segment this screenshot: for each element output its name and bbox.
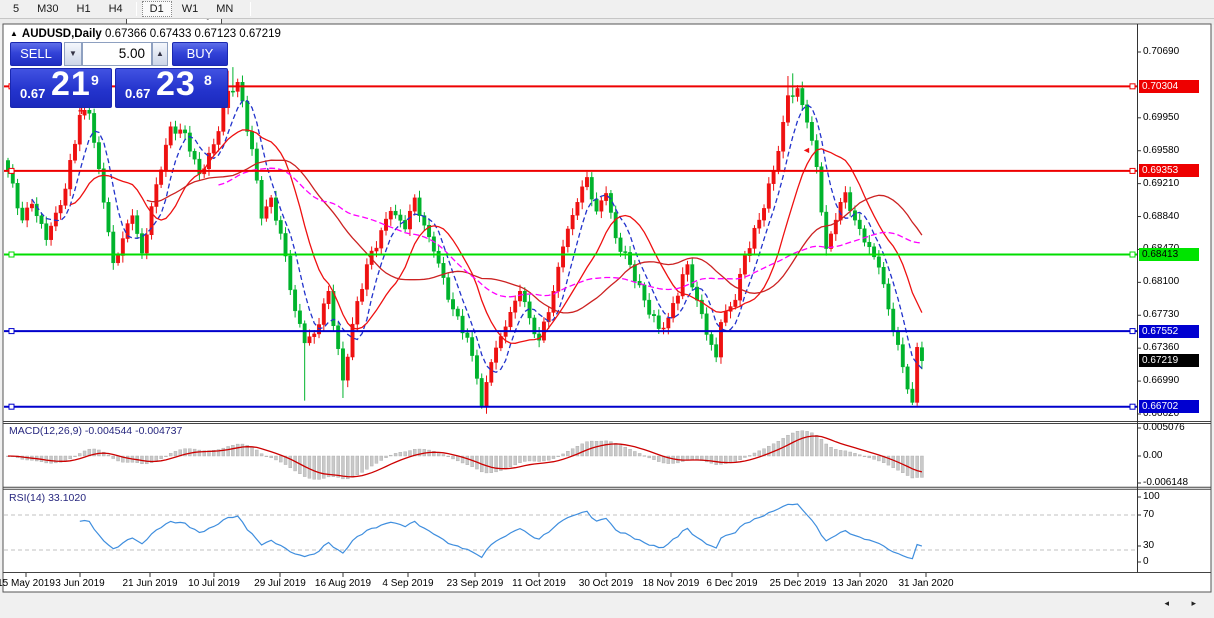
date-label: 10 Jul 2019 <box>188 578 240 589</box>
rsi-tick-70: 70 <box>1143 509 1155 520</box>
sell-button[interactable]: SELL <box>10 42 62 66</box>
date-label: 23 Sep 2019 <box>446 578 504 589</box>
chart-object-marker[interactable]: ◄ <box>802 145 811 155</box>
price-tick-0.69950: 0.69950 <box>1143 111 1180 123</box>
price-tick-0.69210: 0.69210 <box>1143 177 1180 189</box>
timeframe-button-h1[interactable]: H1 <box>69 1 99 17</box>
date-label: 3 Jun 2019 <box>55 578 105 589</box>
rsi-tick-0: 0 <box>1143 556 1149 567</box>
price-tick-0.67730: 0.67730 <box>1143 309 1180 321</box>
tab-scroll-arrows[interactable]: ◂ ▸ <box>1164 598 1206 609</box>
sell-price-pip: 9 <box>91 72 99 88</box>
price-badge-0.67552: 0.67552 <box>1139 324 1199 338</box>
macd-tick-0.005076: 0.005076 <box>1143 422 1185 433</box>
date-label: 11 Oct 2019 <box>512 578 566 589</box>
timeframe-button-mn[interactable]: MN <box>208 1 241 17</box>
price-tick-0.70690: 0.70690 <box>1143 46 1180 57</box>
rsi-indicator-label: RSI(14) 33.1020 <box>9 492 87 504</box>
one-click-trade-panel: SELL ▼ 5.00 ▲ BUY 0.67 21 9 0.67 23 8 <box>8 41 229 109</box>
price-badge-0.70304: 0.70304 <box>1139 79 1199 93</box>
timeframe-button-h4[interactable]: H4 <box>101 1 131 17</box>
macd-tick-0.00: 0.00 <box>1143 450 1163 461</box>
date-label: 4 Sep 2019 <box>382 578 434 589</box>
timeframe-button-5[interactable]: 5 <box>5 1 27 17</box>
date-label: 29 Jul 2019 <box>254 578 306 589</box>
date-label: 13 Jan 2020 <box>832 578 888 589</box>
macd-indicator-label: MACD(12,26,9) -0.004544 -0.004737 <box>9 425 183 437</box>
price-tick-0.66990: 0.66990 <box>1143 375 1180 387</box>
price-badge-0.67219: 0.67219 <box>1139 354 1199 368</box>
buy-price-prefix: 0.67 <box>125 86 151 101</box>
timeframe-button-w1[interactable]: W1 <box>174 1 207 17</box>
collapse-panel-icon[interactable]: ▲ <box>10 29 18 38</box>
date-label: 31 Jan 2020 <box>898 578 954 589</box>
buy-price-big: 23 <box>156 65 196 103</box>
sell-price-big: 21 <box>51 65 91 103</box>
date-label: 30 Oct 2019 <box>578 578 634 589</box>
buy-price-display[interactable]: 0.67 23 8 <box>115 65 228 108</box>
chart-symbol-label: AUDUSD,Daily <box>21 28 102 40</box>
volume-input[interactable]: 5.00 <box>82 42 152 66</box>
chart-ohlc-values: 0.67366 0.67433 0.67123 0.67219 <box>105 28 281 40</box>
date-label: 16 Aug 2019 <box>314 578 372 589</box>
sell-price-prefix: 0.67 <box>20 86 46 101</box>
price-badge-0.69353: 0.69353 <box>1139 164 1199 178</box>
macd-tick--0.006148: -0.006148 <box>1143 477 1189 488</box>
date-label: 25 Dec 2019 <box>769 578 827 589</box>
price-badge-0.66702: 0.66702 <box>1139 400 1199 414</box>
volume-increase-button[interactable]: ▲ <box>152 42 168 66</box>
price-tick-0.68100: 0.68100 <box>1143 276 1180 288</box>
volume-decrease-button[interactable]: ▼ <box>64 42 82 66</box>
rsi-tick-100: 100 <box>1143 491 1160 502</box>
buy-price-pip: 8 <box>204 72 212 88</box>
rsi-tick-30: 30 <box>1143 540 1155 551</box>
sell-price-display[interactable]: 0.67 21 9 <box>10 65 112 108</box>
date-label: 21 Jun 2019 <box>122 578 178 589</box>
timeframe-button-d1[interactable]: D1 <box>141 1 172 17</box>
price-tick-0.68840: 0.68840 <box>1143 210 1180 222</box>
buy-button[interactable]: BUY <box>172 42 228 66</box>
timeframe-button-m30[interactable]: M30 <box>29 1 66 17</box>
mt4-window: 5 M30 H1 H4 D1 W1 MN ▲ AUDUSD,Daily 0.67366 0.6… <box>0 0 1214 618</box>
price-tick-0.69580: 0.69580 <box>1143 144 1180 156</box>
toolbar-separator <box>135 2 137 16</box>
toolbar-separator <box>250 2 252 16</box>
chart-title: ▲ AUDUSD,Daily 0.67366 0.67433 0.67123 0.… <box>10 28 281 40</box>
date-label: 18 Nov 2019 <box>642 578 700 589</box>
timeframe-toolbar: 5 M30 H1 H4 D1 W1 MN <box>0 0 1214 19</box>
date-label: 6 Dec 2019 <box>706 578 758 589</box>
price-tick-0.67360: 0.67360 <box>1143 342 1180 354</box>
date-label: 15 May 2019 <box>0 578 55 589</box>
price-badge-0.68413: 0.68413 <box>1139 248 1199 262</box>
